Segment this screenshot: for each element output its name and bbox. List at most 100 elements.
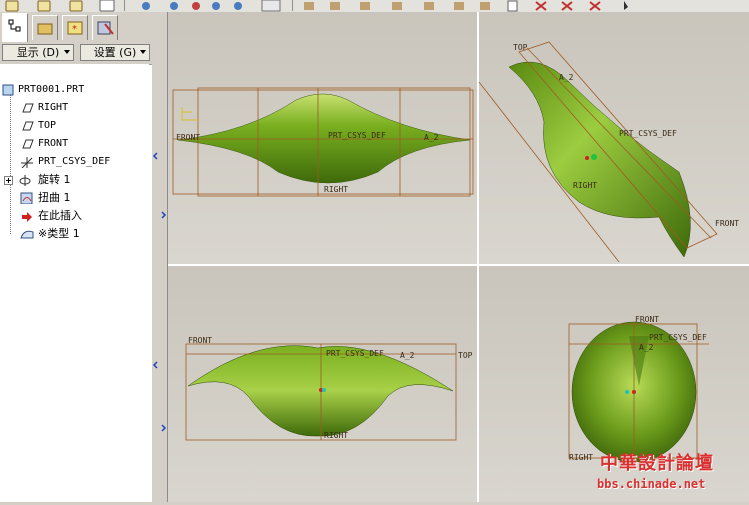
tree-item-label: 扭曲 1 bbox=[38, 191, 71, 204]
datum-icon-3 bbox=[360, 2, 370, 10]
tree-root-label: PRT0001.PRT bbox=[18, 84, 85, 95]
datum-icon-4 bbox=[392, 2, 402, 10]
csys-origin-marker bbox=[585, 156, 589, 160]
panel-splitter[interactable] bbox=[152, 12, 168, 502]
close-icon-1 bbox=[535, 1, 547, 11]
datum-icon-2 bbox=[330, 2, 340, 10]
csys-origin-marker bbox=[625, 390, 629, 394]
settings-dropdown[interactable]: 设置 (G) bbox=[80, 44, 150, 61]
surface-iso bbox=[508, 61, 691, 258]
viewport-isometric[interactable]: TOP PRT_CSYS_DEF RIGHT FRONT A_2 bbox=[479, 12, 749, 266]
watermark-url: bbs.chinade.net bbox=[597, 477, 706, 491]
tree-item-insert-here[interactable]: 在此插入 bbox=[20, 208, 140, 224]
viewport-top[interactable]: FRONT PRT_CSYS_DEF TOP A_2 RIGHT bbox=[168, 266, 479, 502]
close-icon-3 bbox=[589, 1, 601, 11]
chevron-down-icon bbox=[140, 50, 146, 54]
settings-dropdown-label: 设置 (G) bbox=[93, 46, 137, 59]
tab-connections[interactable] bbox=[92, 15, 118, 40]
folder-icon bbox=[37, 23, 53, 35]
toolbar-button-page-icon bbox=[99, 0, 115, 12]
favorites-icon: * bbox=[67, 21, 83, 35]
tree-item-label: 旋转 1 bbox=[38, 173, 71, 186]
csys-origin-marker bbox=[322, 388, 326, 392]
datum-label-top: TOP bbox=[513, 43, 528, 52]
csys-label: PRT_CSYS_DEF bbox=[326, 349, 384, 358]
svg-text:*: * bbox=[72, 24, 77, 35]
display-dropdown[interactable]: 显示 (D) bbox=[2, 44, 74, 61]
datum-label-right: RIGHT bbox=[573, 181, 597, 190]
view-icon-5 bbox=[234, 2, 242, 10]
tree-item-label: PRT_CSYS_DEF bbox=[38, 156, 111, 167]
view-icon-1 bbox=[142, 2, 150, 10]
datum-label-front: FRONT bbox=[635, 315, 659, 324]
close-icon-2 bbox=[561, 1, 573, 11]
view-icon-4 bbox=[212, 2, 220, 10]
tools-icon bbox=[97, 21, 114, 35]
tree-item-front[interactable]: FRONT bbox=[20, 136, 140, 152]
front-view-graphics: FRONT PRT_CSYS_DEF A_2 RIGHT bbox=[172, 87, 474, 197]
datum-icon-7 bbox=[480, 2, 490, 10]
datum-icon-1 bbox=[304, 2, 314, 10]
csys-origin-marker bbox=[591, 154, 597, 160]
datum-label-right: RIGHT bbox=[324, 431, 348, 440]
csys-origin-marker bbox=[632, 390, 636, 394]
collapse-arrow-icon bbox=[152, 152, 158, 160]
datum-plane-icon bbox=[22, 121, 34, 131]
tab-favorites[interactable]: * bbox=[62, 15, 88, 40]
expand-plus-icon[interactable] bbox=[4, 176, 13, 185]
toolbar-button-copy-icon bbox=[37, 0, 51, 12]
tree-dropdown-bar: 显示 (D) 设置 (G) bbox=[0, 42, 152, 65]
datum-label-front: FRONT bbox=[188, 336, 212, 345]
view-icon-2 bbox=[170, 2, 178, 10]
tree-root[interactable]: PRT0001.PRT bbox=[2, 82, 142, 98]
tree-item-type[interactable]: ※类型 1 bbox=[20, 226, 140, 242]
view-icon-3 bbox=[192, 2, 200, 10]
datum-icon-5 bbox=[424, 2, 434, 10]
tree-item-label: FRONT bbox=[38, 138, 69, 149]
tree-item-label: TOP bbox=[38, 120, 57, 131]
model-tree-icon bbox=[8, 19, 21, 32]
tree-item-label: ※类型 1 bbox=[38, 227, 80, 240]
tree-item-revolve[interactable]: 旋转 1 bbox=[4, 172, 144, 188]
viewport-front[interactable]: FRONT PRT_CSYS_DEF A_2 RIGHT bbox=[168, 12, 479, 266]
axis-label: A_2 bbox=[400, 351, 415, 360]
display-dropdown-label: 显示 (D) bbox=[16, 46, 60, 59]
datum-label-front: FRONT bbox=[176, 133, 200, 142]
tree-item-top[interactable]: TOP bbox=[20, 118, 140, 134]
datum-label-right: RIGHT bbox=[569, 453, 593, 462]
datum-label-right: RIGHT bbox=[324, 185, 348, 194]
toolbar-icons bbox=[5, 0, 628, 12]
part-icon bbox=[2, 84, 14, 96]
datum-label-front: FRONT bbox=[715, 219, 739, 228]
datum-plane-icon bbox=[22, 103, 34, 113]
tab-folder-browser[interactable] bbox=[32, 15, 58, 40]
csys-label: PRT_CSYS_DEF bbox=[649, 333, 707, 342]
tree-item-csys[interactable]: PRT_CSYS_DEF bbox=[20, 154, 148, 170]
axis-label: A_2 bbox=[559, 73, 574, 82]
chevron-down-icon bbox=[64, 50, 70, 54]
insert-arrow-icon bbox=[22, 212, 32, 222]
datum-icon-6 bbox=[454, 2, 464, 10]
tree-item-right[interactable]: RIGHT bbox=[20, 100, 140, 116]
top-view-graphics: FRONT PRT_CSYS_DEF TOP A_2 RIGHT bbox=[185, 336, 473, 441]
panel-tabs: * bbox=[0, 12, 152, 42]
toolbar-button-paste-icon bbox=[69, 0, 83, 12]
quilt-icon bbox=[20, 230, 34, 239]
doc-icon bbox=[507, 0, 518, 12]
csys-label: PRT_CSYS_DEF bbox=[619, 129, 677, 138]
axis-label: A_2 bbox=[424, 133, 439, 142]
toolbar-button-open-icon bbox=[5, 0, 19, 12]
iso-view-graphics: TOP PRT_CSYS_DEF RIGHT FRONT A_2 bbox=[479, 41, 739, 263]
revolve-icon bbox=[19, 175, 31, 186]
csys-icon bbox=[21, 157, 33, 168]
pointer-icon bbox=[624, 1, 628, 10]
expand-arrow-icon bbox=[161, 424, 167, 432]
tree-item-label: 在此插入 bbox=[38, 209, 82, 222]
splitter-handles bbox=[152, 152, 167, 432]
tab-model-tree[interactable] bbox=[2, 13, 28, 42]
tree-item-warp[interactable]: 扭曲 1 bbox=[20, 190, 140, 206]
axis-label: A_2 bbox=[639, 343, 654, 352]
model-tree: PRT0001.PRT RIGHT TOP FRONT PRT_CSYS_DEF… bbox=[0, 64, 149, 502]
watermark-title: 中華設計論壇 bbox=[600, 453, 714, 474]
datum-plane-icon bbox=[22, 139, 34, 149]
